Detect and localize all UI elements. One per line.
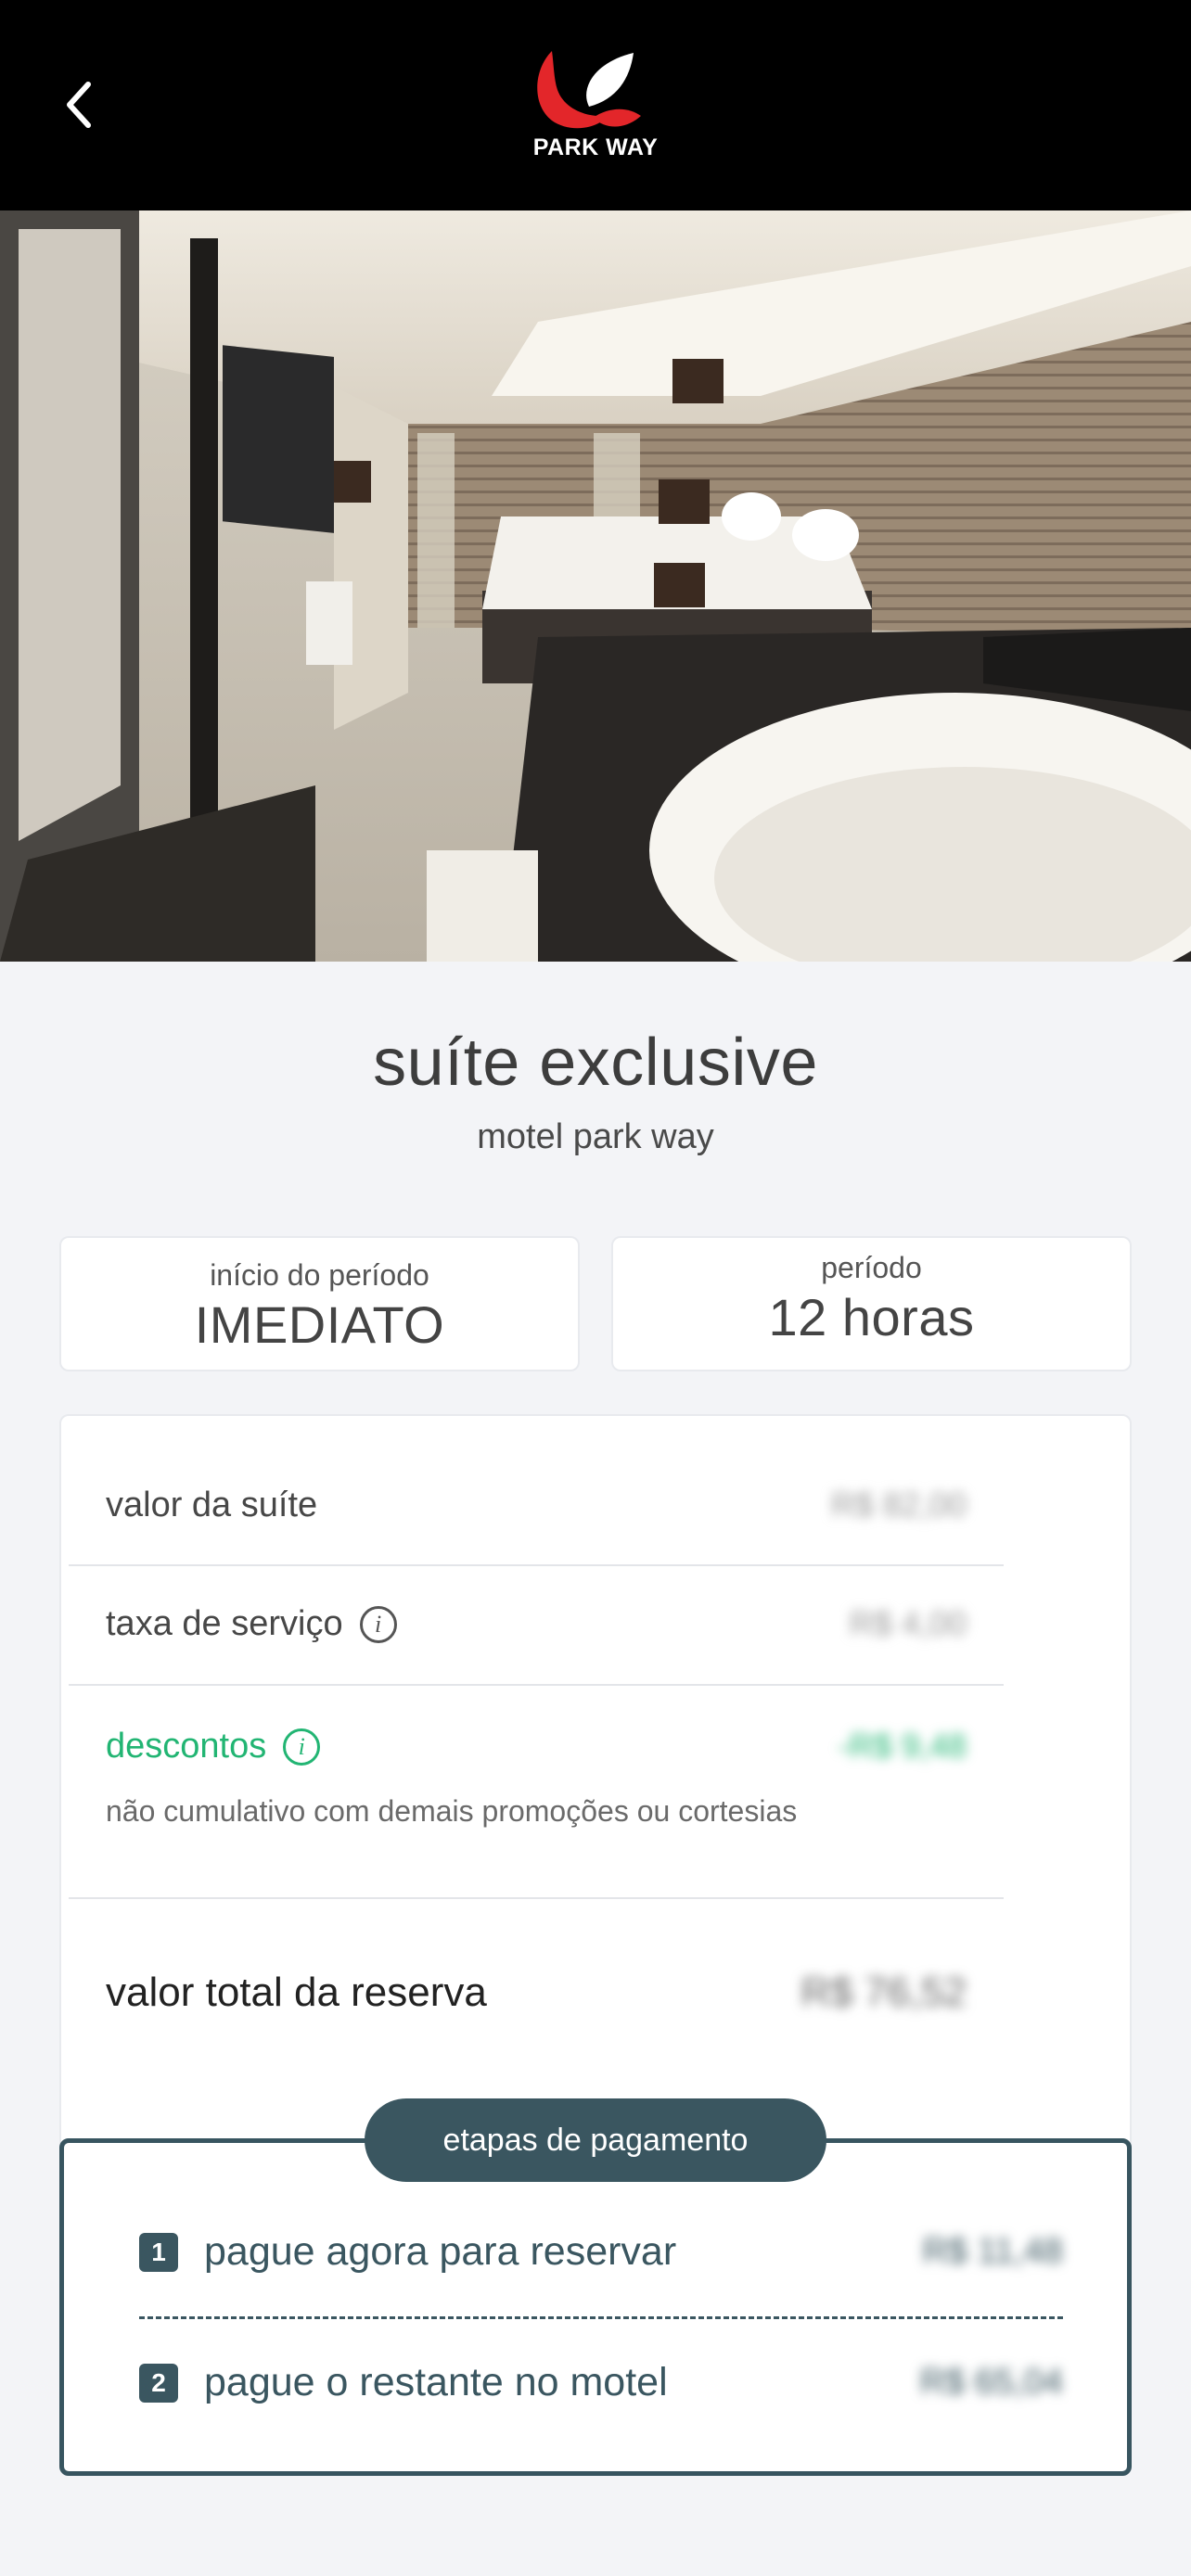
payment-steps-box <box>59 2138 1132 2476</box>
service-fee-label: taxa de serviço <box>106 1604 343 1643</box>
info-icon[interactable]: i <box>283 1728 321 1766</box>
step-number: 2 <box>139 2363 178 2403</box>
back-button[interactable] <box>46 72 111 137</box>
step-value: R$ 65,04 <box>919 2363 1063 2402</box>
suite-price-value: R$ 82,00 <box>830 1486 967 1524</box>
app-header: PARK WAY <box>0 0 1191 210</box>
motel-name: motel park way <box>477 1117 714 1156</box>
step-label: pague o restante no motel <box>204 2360 668 2404</box>
period-start-label: início do período <box>210 1258 429 1292</box>
discount-note: não cumulativo com demais promoções ou c… <box>106 1794 798 1828</box>
step-number: 1 <box>139 2232 178 2272</box>
discount-value: -R$ 9,48 <box>838 1727 967 1765</box>
period-start-card[interactable]: início do período IMEDIATO <box>59 1236 580 1371</box>
payment-step: 1 pague agora para reservar R$ 11,48 <box>139 2229 1063 2275</box>
suite-price-label: valor da suíte <box>106 1486 318 1524</box>
chevron-left-icon <box>67 82 91 128</box>
step-value: R$ 11,48 <box>922 2232 1063 2271</box>
period-length-label: período <box>821 1251 922 1284</box>
brand-name: PARK WAY <box>532 134 659 160</box>
total-value: R$ 76,52 <box>800 1970 967 2015</box>
discount-label: descontos <box>106 1727 267 1766</box>
divider <box>69 1684 1004 1686</box>
suite-title: suíte exclusive <box>373 1026 818 1100</box>
service-fee-value: R$ 4,00 <box>849 1604 967 1642</box>
dashed-divider <box>139 2316 1063 2319</box>
period-start-value: IMEDIATO <box>194 1295 445 1354</box>
divider <box>69 1564 1004 1566</box>
discount-label-wrap: descontos i <box>106 1727 321 1766</box>
parkway-logo: PARK WAY <box>524 42 667 167</box>
payment-step: 2 pague o restante no motel R$ 65,04 <box>139 2360 1063 2405</box>
total-label: valor total da reserva <box>106 1970 487 2015</box>
period-length-card[interactable]: período 12 horas <box>611 1236 1132 1371</box>
period-length-value: 12 horas <box>768 1288 975 1346</box>
payment-steps-title: etapas de pagamento <box>365 2098 826 2182</box>
suite-photo-gallery[interactable] <box>0 210 1191 962</box>
parkway-leaf-logo-icon <box>537 51 641 129</box>
divider <box>69 1897 1004 1899</box>
step-label: pague agora para reservar <box>204 2229 677 2274</box>
price-summary-card <box>59 1414 1132 2156</box>
suite-photo <box>0 210 1191 962</box>
info-icon[interactable]: i <box>359 1605 397 1643</box>
service-fee-label-wrap: taxa de serviço i <box>106 1604 397 1644</box>
